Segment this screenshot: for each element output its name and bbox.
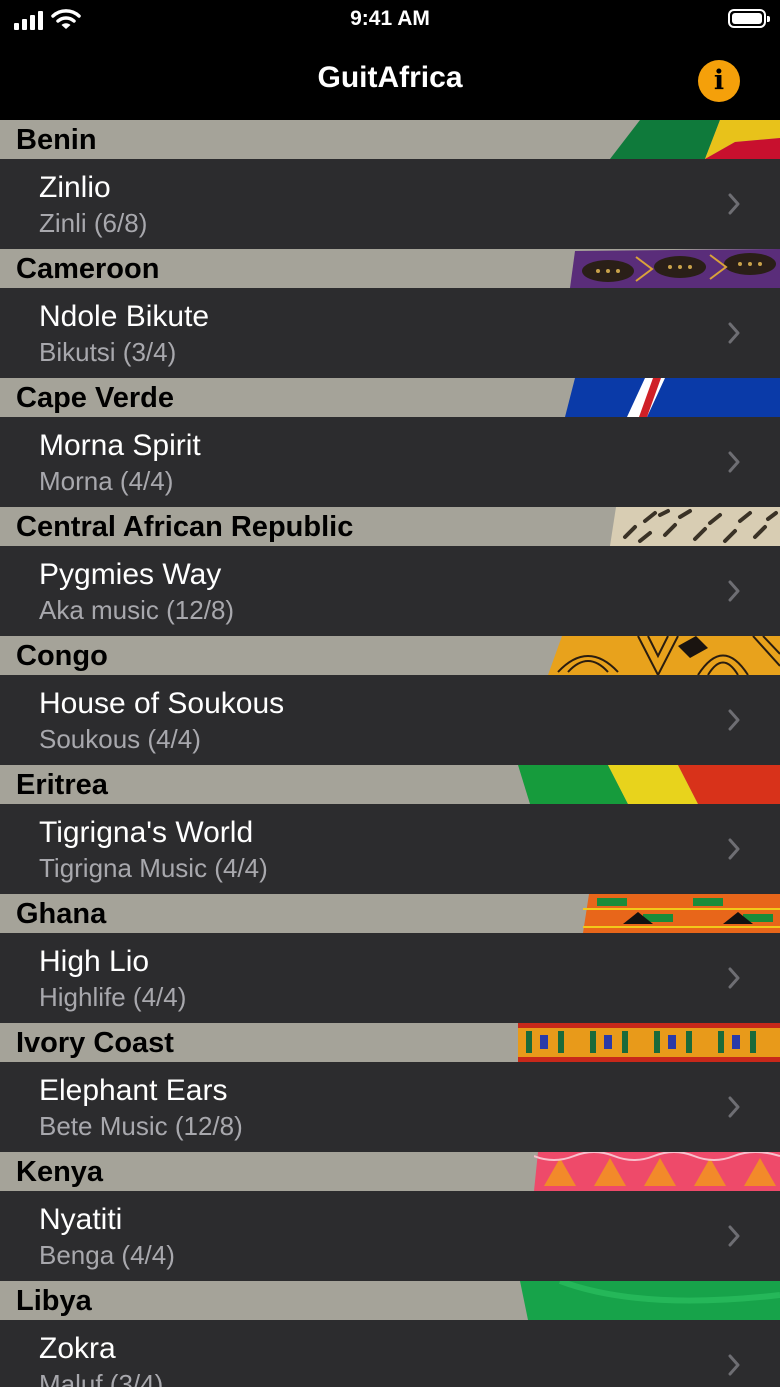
song-style: Morna (4/4) (39, 466, 174, 496)
section-label: Kenya (16, 1156, 104, 1188)
section-label: Central African Republic (16, 511, 354, 543)
song-title: Nyatiti (39, 1203, 123, 1236)
ivory-coast-kente-banner (518, 1023, 780, 1062)
status-time: 9:41 AM (350, 7, 430, 30)
cape-verde-flag-banner (565, 378, 780, 417)
section-label: Benin (16, 124, 97, 156)
song-style: Benga (4/4) (39, 1240, 175, 1270)
eritrea-flag-banner (518, 765, 780, 804)
song-list[interactable]: Benin Zinlio Zinli (6/8) Cameroon Ndole … (0, 120, 780, 1387)
section-header-cameroon: Cameroon (0, 249, 780, 288)
kenya-fabric-banner (534, 1152, 780, 1191)
section-label: Ivory Coast (16, 1027, 174, 1059)
song-row-house-of-soukous[interactable]: House of Soukous Soukous (4/4) (0, 675, 780, 765)
nav-title: GuitAfrica (317, 61, 463, 94)
song-row-nyatiti[interactable]: Nyatiti Benga (4/4) (0, 1191, 780, 1281)
section-header-eritrea: Eritrea (0, 765, 780, 804)
song-style: Zinli (6/8) (39, 208, 148, 238)
chevron-right-icon (728, 967, 740, 989)
song-title: Elephant Ears (39, 1074, 228, 1107)
info-icon[interactable]: i (698, 60, 740, 102)
song-title: Pygmies Way (39, 558, 222, 591)
benin-flag-banner (610, 120, 780, 159)
song-row-zinlio[interactable]: Zinlio Zinli (6/8) (0, 159, 780, 249)
section-header-kenya: Kenya (0, 1152, 780, 1191)
section-header-ghana: Ghana (0, 894, 780, 933)
song-style: Bikutsi (3/4) (39, 337, 177, 367)
cameroon-fabric-banner (570, 249, 780, 288)
song-title: High Lio (39, 945, 150, 978)
section-header-benin: Benin (0, 120, 780, 159)
chevron-right-icon (728, 451, 740, 473)
section-label: Cameroon (16, 253, 160, 285)
song-style: Bete Music (12/8) (39, 1111, 243, 1141)
section-header-libya: Libya (0, 1281, 780, 1320)
song-title: Tigrigna's World (39, 816, 254, 849)
chevron-right-icon (728, 193, 740, 215)
chevron-right-icon (728, 1354, 740, 1376)
song-title: Zinlio (39, 171, 111, 204)
song-style: Tigrigna Music (4/4) (39, 853, 268, 883)
battery-icon (728, 9, 770, 28)
song-title: Zokra (39, 1332, 116, 1365)
ghana-kente-banner (583, 894, 780, 933)
section-header-central-african-republic: Central African Republic (0, 507, 780, 546)
section-label: Ghana (16, 898, 107, 930)
chevron-right-icon (728, 580, 740, 602)
section-header-ivory-coast: Ivory Coast (0, 1023, 780, 1062)
car-fabric-banner (610, 507, 780, 546)
song-style: Highlife (4/4) (39, 982, 187, 1012)
section-header-cape-verde: Cape Verde (0, 378, 780, 417)
chevron-right-icon (728, 1225, 740, 1247)
song-row-high-lio[interactable]: High Lio Highlife (4/4) (0, 933, 780, 1023)
congo-fabric-banner (548, 636, 780, 675)
song-row-morna-spirit[interactable]: Morna Spirit Morna (4/4) (0, 417, 780, 507)
song-style: Maluf (3/4) (39, 1369, 164, 1387)
song-row-tigrignas-world[interactable]: Tigrigna's World Tigrigna Music (4/4) (0, 804, 780, 894)
song-row-pygmies-way[interactable]: Pygmies Way Aka music (12/8) (0, 546, 780, 636)
song-title: Ndole Bikute (39, 300, 210, 333)
song-style: Soukous (4/4) (39, 724, 201, 754)
song-title: House of Soukous (39, 687, 285, 720)
song-row-elephant-ears[interactable]: Elephant Ears Bete Music (12/8) (0, 1062, 780, 1152)
navigation-bar: GuitAfrica (0, 40, 780, 120)
song-style: Aka music (12/8) (39, 595, 235, 625)
section-label: Cape Verde (16, 382, 174, 414)
chevron-right-icon (728, 838, 740, 860)
song-title: Morna Spirit (39, 429, 201, 462)
section-label: Eritrea (16, 769, 108, 801)
status-bar: 9:41 AM (0, 0, 780, 40)
section-label: Congo (16, 640, 108, 672)
song-row-ndole-bikute[interactable]: Ndole Bikute Bikutsi (3/4) (0, 288, 780, 378)
song-row-zokra[interactable]: Zokra Maluf (3/4) (0, 1320, 780, 1387)
chevron-right-icon (728, 1096, 740, 1118)
libya-flag-banner (520, 1281, 780, 1320)
chevron-right-icon (728, 709, 740, 731)
chevron-right-icon (728, 322, 740, 344)
section-header-congo: Congo (0, 636, 780, 675)
section-label: Libya (16, 1285, 92, 1317)
